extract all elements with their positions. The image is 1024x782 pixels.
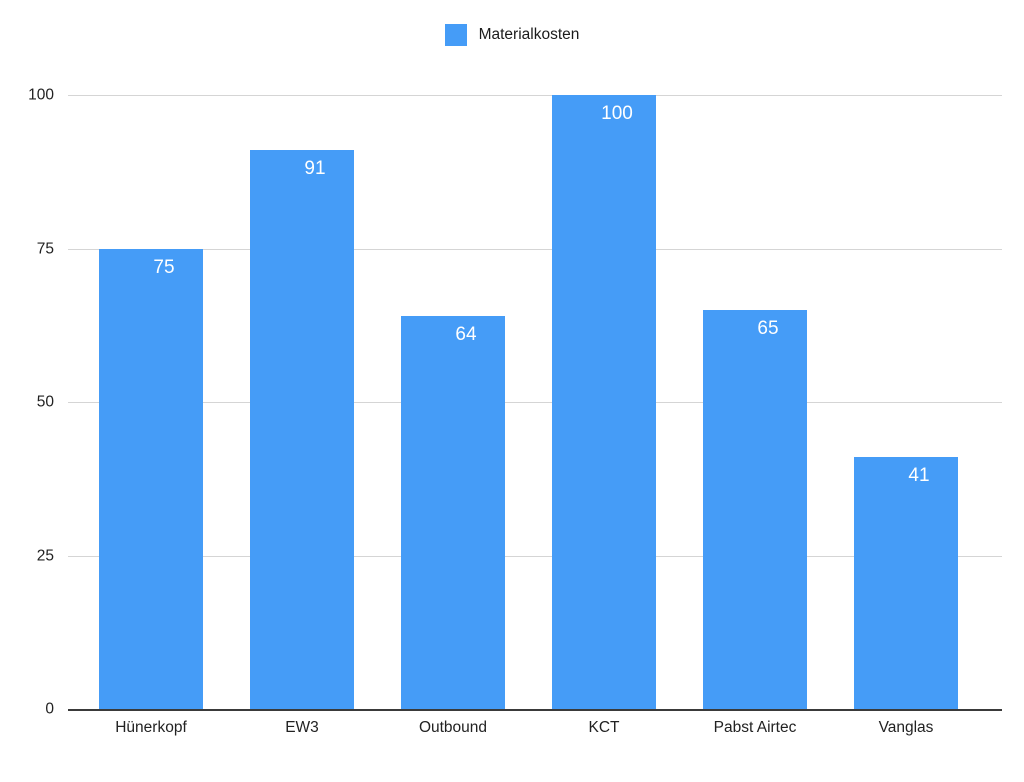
chart-legend: Materialkosten	[0, 0, 1024, 70]
bar-value-label: 41	[908, 465, 930, 487]
bar-rect[interactable]: 65	[703, 309, 807, 709]
x-tick-label: Outbound	[418, 719, 488, 736]
bar-rect[interactable]: 100	[552, 95, 656, 709]
bar-value-label: 100	[601, 103, 633, 124]
bar-rect[interactable]: 91	[250, 150, 354, 709]
x-tick-label: EW3	[285, 719, 319, 736]
legend-item-label: Materialkosten	[478, 26, 580, 44]
y-tick-label: 0	[45, 700, 54, 718]
y-tick-label: 50	[36, 393, 54, 411]
bar-rect[interactable]: 64	[401, 316, 505, 709]
y-tick-label: 100	[28, 86, 54, 104]
x-axis-labels: Hünerkopf EW3 Outbound KCT Pabst Airtec …	[68, 713, 1002, 753]
bar-item[interactable]: 64	[401, 95, 505, 709]
square-swatch-icon	[444, 24, 467, 46]
x-axis-line	[68, 709, 1002, 711]
bar-rect[interactable]: 75	[99, 248, 203, 709]
bar-item[interactable]: 91	[250, 95, 354, 709]
bar-value-label: 64	[455, 324, 477, 346]
bar-item[interactable]: 75	[99, 95, 203, 709]
bar-series-materialkosten: 75 91 64 100 65 41	[68, 95, 1002, 709]
bar-item[interactable]: 41	[854, 95, 958, 709]
bar-item[interactable]: 100	[552, 95, 656, 709]
x-tick-label: KCT	[588, 719, 620, 736]
legend-item-materialkosten[interactable]: Materialkosten	[444, 24, 580, 46]
x-tick-label: Pabst Airtec	[713, 719, 797, 736]
bar-value-label: 91	[304, 158, 326, 180]
y-tick-label: 25	[36, 546, 54, 564]
plot-area: 75 91 64 100 65 41	[68, 95, 1002, 711]
bar-value-label: 75	[153, 256, 175, 278]
bar-item[interactable]: 65	[703, 95, 807, 709]
bar-chart: Materialkosten 0 25 50 75 100 75 91 64 1…	[0, 0, 1024, 782]
y-tick-label: 75	[36, 239, 54, 257]
x-tick-label: Vanglas	[878, 719, 934, 736]
x-tick-label: Hünerkopf	[115, 719, 187, 736]
bar-rect[interactable]: 41	[854, 457, 958, 709]
bar-value-label: 65	[757, 317, 779, 339]
y-axis-labels: 0 25 50 75 100	[0, 87, 54, 716]
